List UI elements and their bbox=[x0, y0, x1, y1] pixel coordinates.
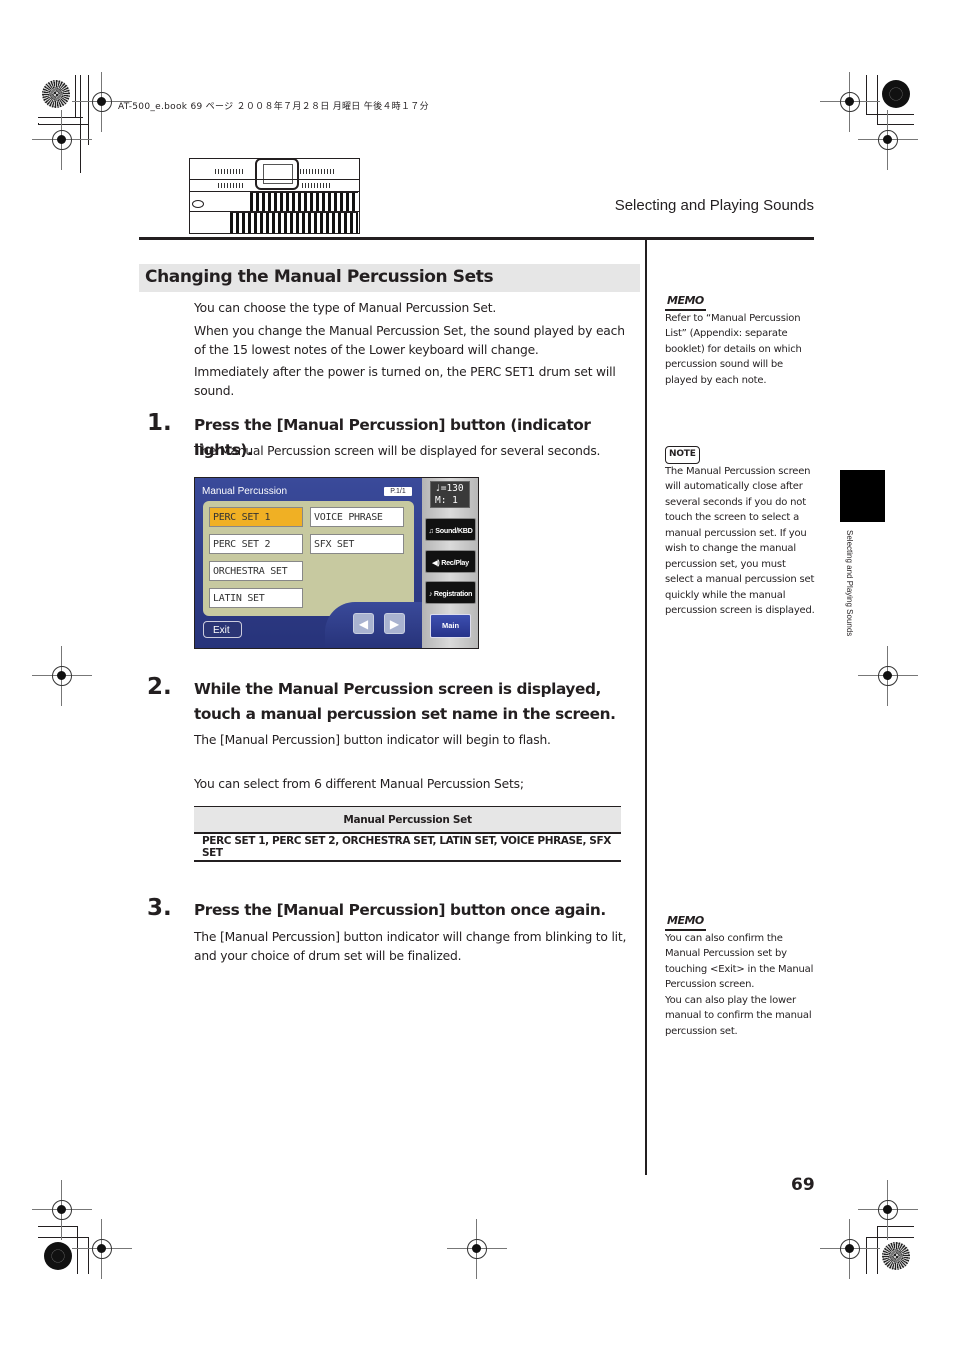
section-title: Changing the Manual Percussion Sets bbox=[145, 267, 494, 287]
intro-paragraph: When you change the Manual Percussion Se… bbox=[194, 324, 625, 357]
tempo-value: ♩=130 bbox=[435, 483, 464, 494]
manual-percussion-screen: Manual Percussion P.1/1 PERC SET 1 PERC … bbox=[194, 477, 479, 649]
column-divider bbox=[645, 240, 647, 1175]
memo-icon: MEMO bbox=[665, 293, 706, 311]
registration-target-icon bbox=[882, 1242, 910, 1270]
table-header: Manual Percussion Set bbox=[194, 806, 621, 834]
step-body: The [Manual Percussion] button indicator… bbox=[194, 930, 627, 963]
memo-text: Refer to “Manual Percussion List” (Appen… bbox=[665, 312, 802, 386]
note-icon: NOTE bbox=[665, 446, 700, 464]
manual-percussion-button-highlight bbox=[192, 200, 204, 208]
page-indicator: P.1/1 bbox=[384, 487, 412, 496]
step-number: 1. bbox=[147, 410, 172, 436]
section-heading-bar: Changing the Manual Percussion Sets bbox=[139, 264, 640, 292]
memo-icon: MEMO bbox=[665, 913, 706, 931]
crosshair-icon bbox=[32, 646, 92, 706]
step-number: 3. bbox=[147, 895, 172, 921]
memo-note: MEMO Refer to “Manual Percussion List” (… bbox=[665, 293, 815, 388]
thumb-index-tab bbox=[840, 470, 885, 522]
note-note: NOTE The Manual Percussion screen will a… bbox=[665, 446, 815, 619]
step-body: The [Manual Percussion] button indicator… bbox=[194, 733, 551, 747]
intro-paragraph: You can choose the type of Manual Percus… bbox=[194, 301, 497, 315]
crosshair-icon bbox=[72, 1219, 132, 1279]
step-number: 2. bbox=[147, 674, 172, 700]
page-number: 69 bbox=[791, 1175, 815, 1195]
intro-paragraph: Immediately after the power is turned on… bbox=[194, 365, 616, 398]
prev-page-button[interactable]: ◀ bbox=[353, 613, 374, 634]
set-button-sfx-set[interactable]: SFX SET bbox=[310, 534, 404, 554]
crosshair-icon bbox=[32, 110, 92, 170]
registration-target-icon bbox=[42, 80, 70, 108]
set-button-latin-set[interactable]: LATIN SET bbox=[209, 588, 303, 608]
exit-button[interactable]: Exit bbox=[203, 621, 242, 638]
print-header-info: AT-500_e.book 69 ページ ２００８年７月２８日 月曜日 午後４時… bbox=[118, 102, 429, 112]
registration-target-icon bbox=[882, 80, 910, 108]
screen-title: Manual Percussion bbox=[202, 486, 288, 497]
table-row: PERC SET 1, PERC SET 2, ORCHESTRA SET, L… bbox=[194, 833, 621, 862]
lower-keyboard bbox=[230, 212, 358, 233]
step-extra: You can select from 6 different Manual P… bbox=[194, 777, 524, 791]
step-title: While the Manual Percussion screen is di… bbox=[194, 680, 616, 723]
registration-button[interactable]: ♪ Registration bbox=[425, 581, 476, 604]
memo-note: MEMO You can also confirm the Manual Per… bbox=[665, 913, 815, 1039]
memo-text: You can also confirm the Manual Percussi… bbox=[665, 932, 814, 1037]
instrument-screen bbox=[255, 159, 299, 190]
set-button-perc-set-2[interactable]: PERC SET 2 bbox=[209, 534, 303, 554]
crosshair-icon bbox=[820, 1219, 880, 1279]
thumb-index-label: Selecting and Playing Sounds bbox=[845, 530, 854, 637]
table-cell: PERC SET 1, PERC SET 2, ORCHESTRA SET, L… bbox=[194, 833, 621, 862]
crosshair-icon bbox=[858, 646, 918, 706]
main-button[interactable]: Main bbox=[430, 614, 471, 638]
step-body: The Manual Percussion screen will be dis… bbox=[194, 444, 601, 458]
rec-play-button[interactable]: ◀) Rec/Play bbox=[425, 550, 476, 573]
step-title: Press the [Manual Percussion] button onc… bbox=[194, 901, 606, 919]
registration-target-icon bbox=[44, 1242, 72, 1270]
percussion-set-table: Manual Percussion Set PERC SET 1, PERC S… bbox=[194, 806, 621, 862]
header-rule bbox=[139, 237, 814, 240]
running-head: Selecting and Playing Sounds bbox=[614, 197, 814, 214]
set-button-orchestra-set[interactable]: ORCHESTRA SET bbox=[209, 561, 303, 581]
upper-keyboard bbox=[250, 192, 358, 211]
tempo-display: ♩=130 M: 1 bbox=[430, 481, 470, 508]
instrument-illustration bbox=[189, 158, 360, 234]
crosshair-icon bbox=[858, 110, 918, 170]
crosshair-icon bbox=[447, 1219, 507, 1279]
set-button-perc-set-1[interactable]: PERC SET 1 bbox=[209, 507, 303, 527]
note-text: The Manual Percussion screen will automa… bbox=[665, 465, 815, 617]
set-button-voice-phrase[interactable]: VOICE PHRASE bbox=[310, 507, 404, 527]
measure-value: M: 1 bbox=[435, 495, 458, 506]
sound-kbd-button[interactable]: ♫ Sound/KBD bbox=[425, 518, 476, 541]
next-page-button[interactable]: ▶ bbox=[384, 613, 405, 634]
